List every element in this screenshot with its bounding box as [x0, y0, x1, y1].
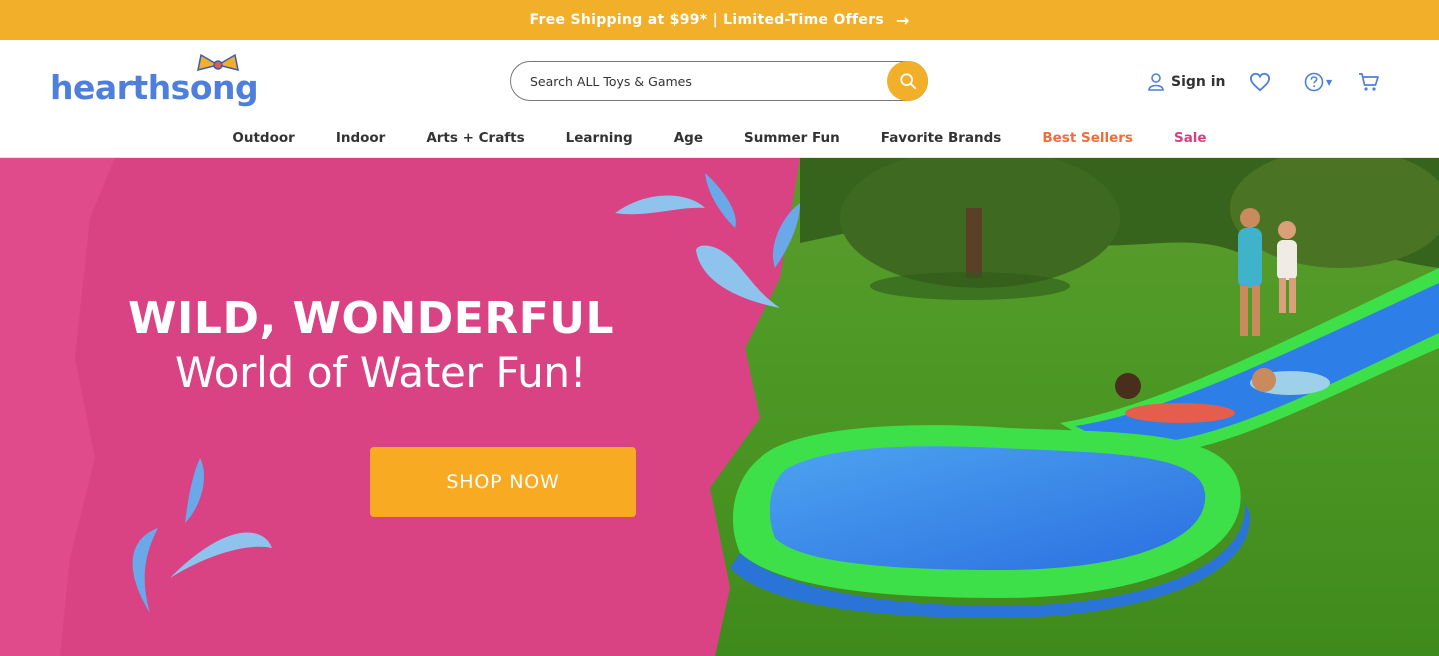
search-button[interactable] [887, 61, 928, 101]
shop-now-label: SHOP NOW [446, 471, 560, 493]
wishlist-button[interactable] [1249, 72, 1271, 96]
nav-item-sale[interactable]: Sale [1153, 124, 1227, 146]
promo-bar[interactable]: Free Shipping at $99* | Limited-Time Off… [0, 0, 1439, 40]
nav-item-best-sellers[interactable]: Best Sellers [1022, 124, 1154, 146]
user-icon [1148, 73, 1164, 91]
sign-in-label: Sign in [1171, 74, 1226, 90]
nav-item-favorite-brands[interactable]: Favorite Brands [860, 124, 1022, 146]
logo[interactable]: hearthsong [50, 52, 290, 114]
question-circle-icon [1304, 72, 1324, 92]
nav-item-summer-fun[interactable]: Summer Fun [724, 124, 861, 146]
hero-headline: WILD, WONDERFUL [128, 293, 615, 344]
arrow-right-icon: → [896, 10, 910, 30]
nav-item-learning[interactable]: Learning [545, 124, 653, 146]
nav-item-outdoor[interactable]: Outdoor [212, 124, 315, 146]
hero-image [0, 158, 1439, 656]
cart-button[interactable] [1358, 72, 1380, 96]
search-icon [899, 73, 916, 90]
cart-icon [1359, 73, 1379, 91]
logo-text: hearthsong [50, 68, 259, 107]
nav-item-indoor[interactable]: Indoor [315, 124, 406, 146]
search-bar [510, 61, 928, 101]
search-input[interactable] [530, 73, 870, 89]
hero-subheadline: World of Water Fun! [175, 348, 587, 397]
hero-banner[interactable]: WILD, WONDERFUL World of Water Fun! SHOP… [0, 158, 1439, 656]
main-nav: Outdoor Indoor Arts + Crafts Learning Ag… [0, 124, 1439, 158]
heart-icon [1249, 72, 1271, 92]
nav-item-age[interactable]: Age [653, 124, 723, 146]
help-menu[interactable]: ▼ [1304, 72, 1332, 92]
promo-text[interactable]: Free Shipping at $99* | Limited-Time Off… [530, 12, 885, 28]
shop-now-button[interactable]: SHOP NOW [370, 447, 636, 517]
chevron-down-icon: ▼ [1326, 77, 1333, 87]
sign-in-link[interactable]: Sign in [1148, 73, 1226, 91]
site-header: hearthsong Sign in ▼ [0, 40, 1439, 124]
nav-item-arts-crafts[interactable]: Arts + Crafts [406, 124, 545, 146]
